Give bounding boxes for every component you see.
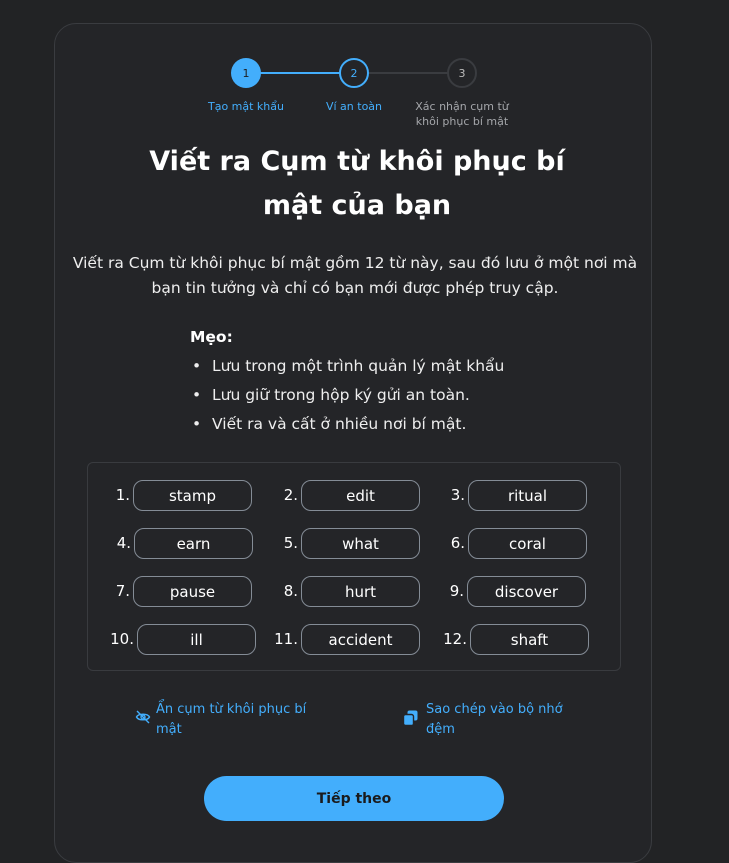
eye-slash-icon [135, 710, 151, 731]
step-3-circle: 3 [447, 58, 477, 88]
word-number: 3. [450, 486, 465, 504]
next-button[interactable]: Tiếp theo [204, 776, 504, 821]
word-number: 8. [283, 582, 298, 600]
copy-to-clipboard-label: Sao chép vào bộ nhớ đệm [426, 702, 563, 737]
step-1-label: Tạo mật khẩu [207, 100, 284, 113]
recovery-word: pause [133, 576, 252, 607]
recovery-word: accident [301, 624, 420, 655]
word-number: 10. [110, 630, 134, 648]
page-description: Viết ra Cụm từ khôi phục bí mật gồm 12 t… [72, 254, 638, 297]
recovery-word: what [301, 528, 420, 559]
recovery-word: coral [468, 528, 587, 559]
recovery-word: ill [137, 624, 256, 655]
tip-item: Lưu giữ trong hộp ký gửi an toàn. [190, 381, 504, 410]
step-1-circle: 1 [231, 58, 261, 88]
tip-item: Lưu trong một trình quản lý mật khẩu [190, 352, 504, 381]
tips-list: Lưu trong một trình quản lý mật khẩu Lưu… [190, 352, 504, 439]
stepper-line-pending [354, 72, 462, 74]
page-title: Viết ra Cụm từ khôi phục bí mật của bạn [149, 146, 565, 221]
step-3-label: Xác nhận cụm từ khôi phục bí mật [415, 100, 509, 128]
word-number: 11. [274, 630, 298, 648]
copy-icon [402, 710, 418, 733]
word-number: 4. [116, 534, 131, 552]
word-number: 12. [443, 630, 467, 648]
recovery-word: discover [467, 576, 586, 607]
tips-heading: Mẹo: [190, 328, 233, 346]
word-number: 5. [283, 534, 298, 552]
word-number: 1. [115, 486, 130, 504]
recovery-word: earn [134, 528, 253, 559]
hide-phrase-label: Ẩn cụm từ khôi phục bí mật [156, 702, 307, 737]
recovery-word: hurt [301, 576, 420, 607]
recovery-word: edit [301, 480, 420, 511]
tip-item: Viết ra và cất ở nhiều nơi bí mật. [190, 410, 504, 439]
recovery-word: ritual [468, 480, 587, 511]
step-2-label: Ví an toàn [325, 100, 383, 113]
word-number: 7. [115, 582, 130, 600]
word-number: 9. [449, 582, 464, 600]
recovery-word: stamp [133, 480, 252, 511]
word-number: 2. [283, 486, 298, 504]
stepper-line-completed [246, 72, 354, 74]
recovery-word: shaft [470, 624, 589, 655]
word-number: 6. [450, 534, 465, 552]
step-2-circle: 2 [339, 58, 369, 88]
